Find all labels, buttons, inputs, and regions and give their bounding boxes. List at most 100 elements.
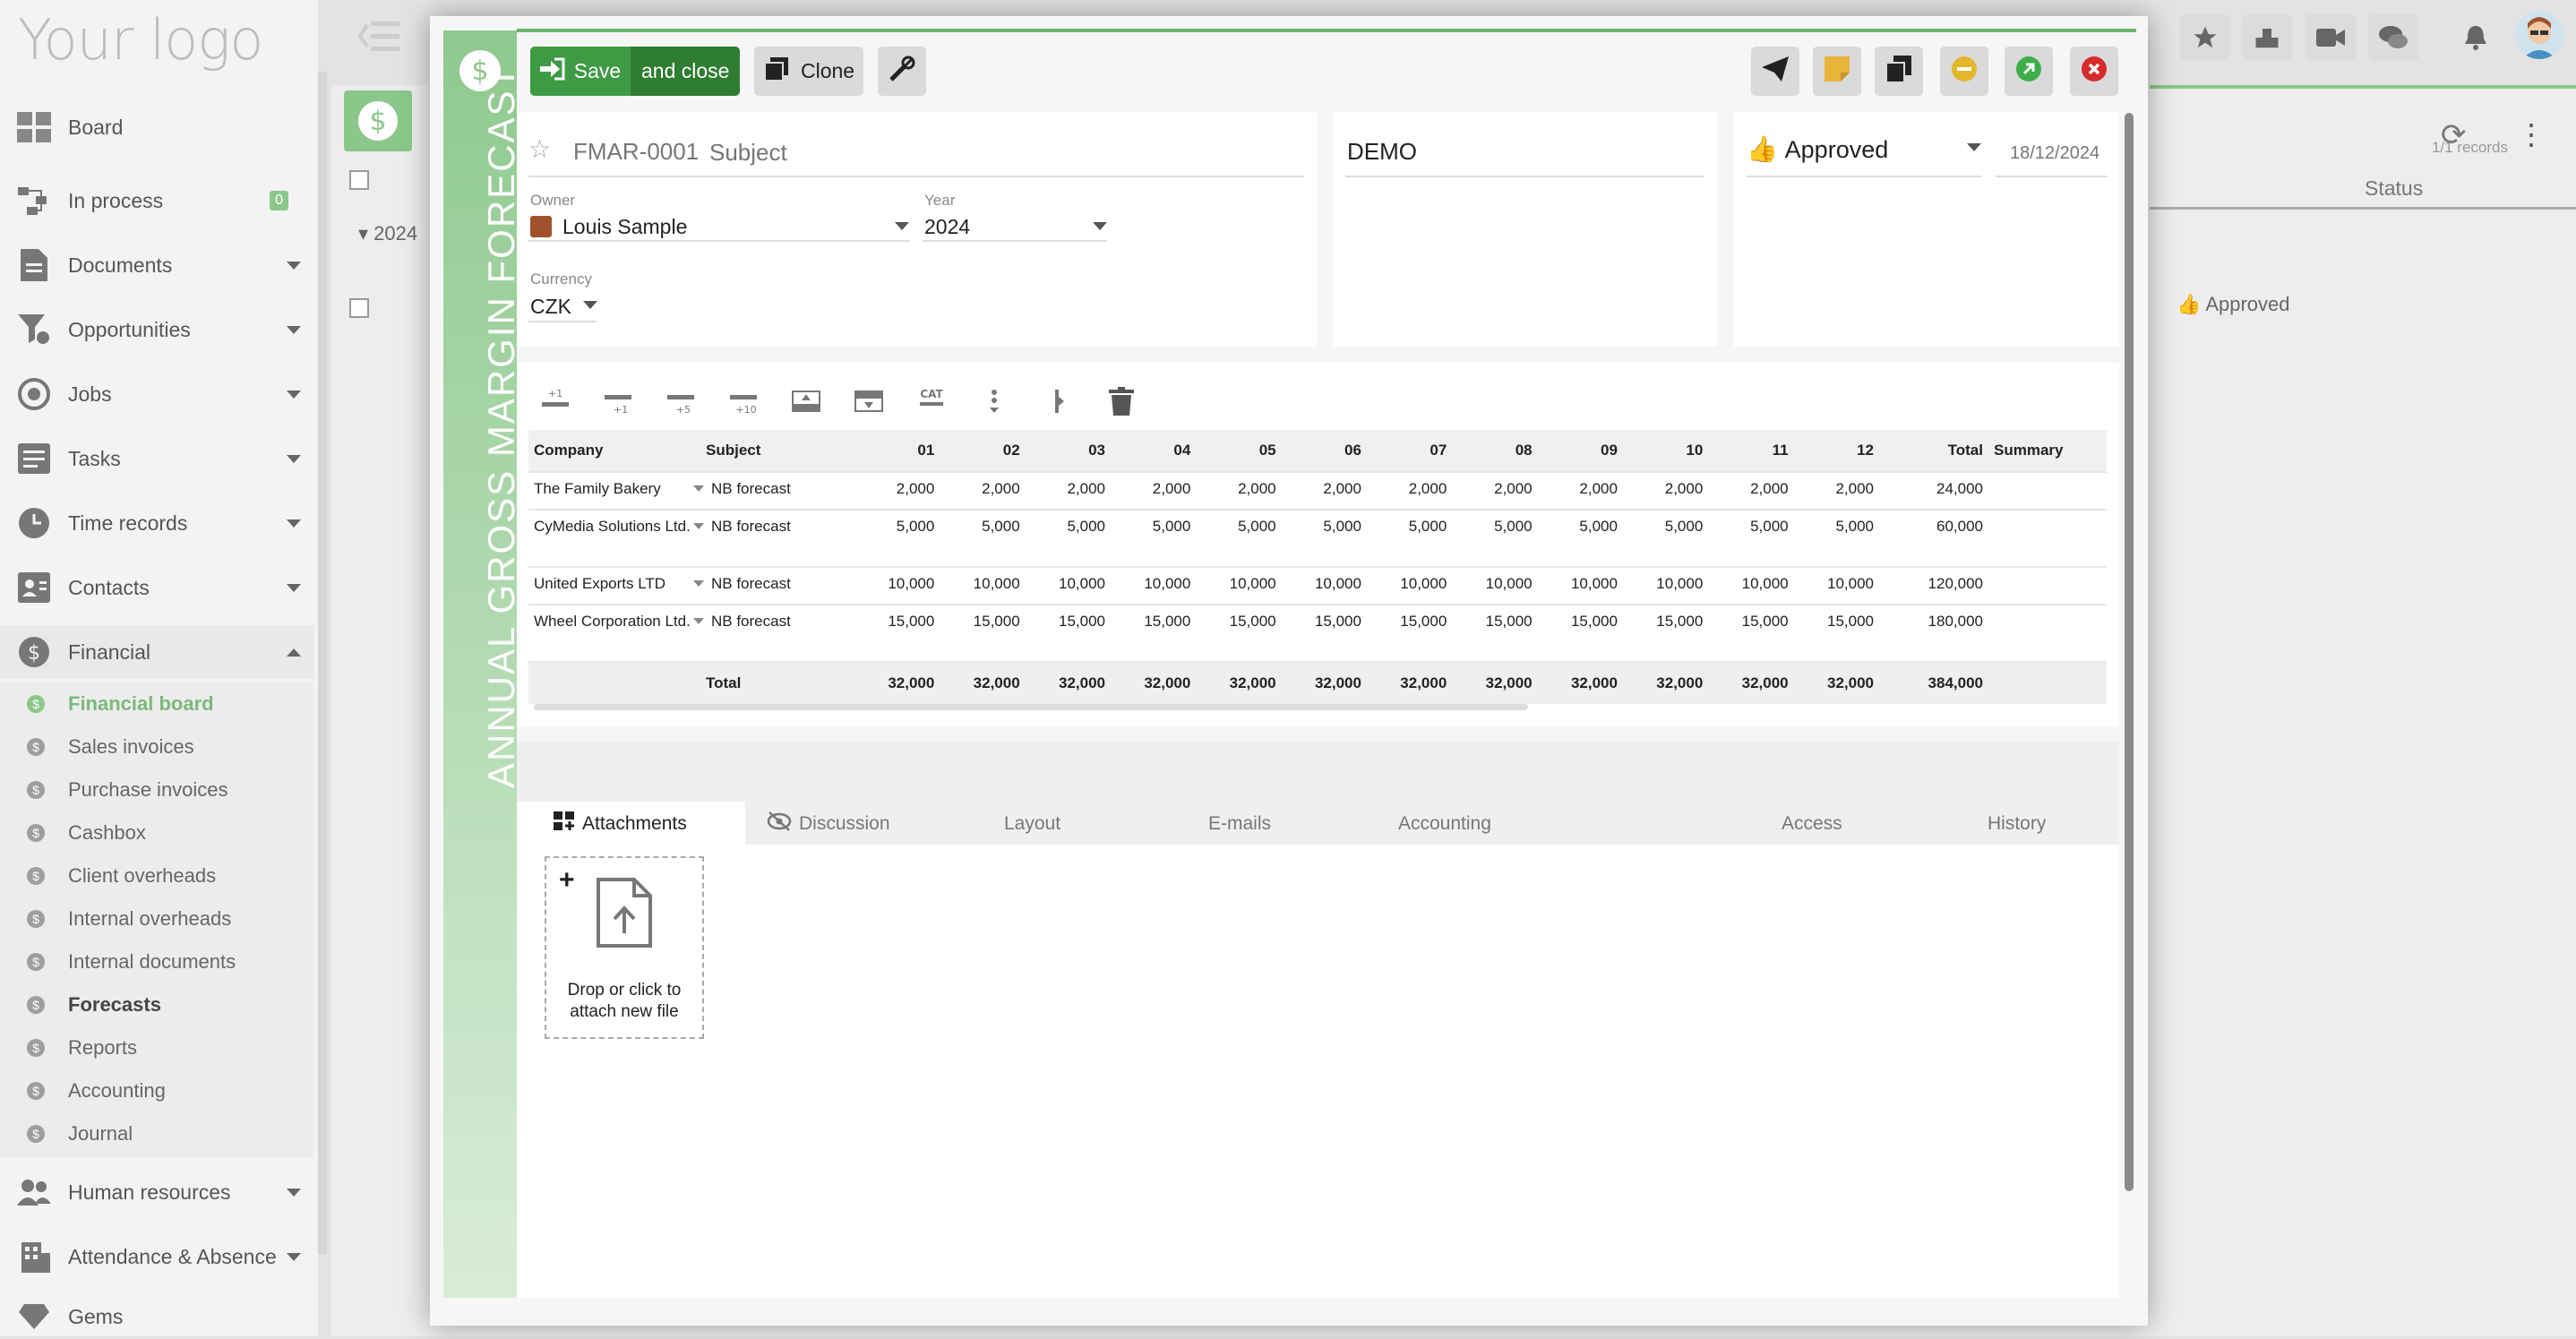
chevron-down-icon[interactable] <box>693 580 704 587</box>
chevron-down-icon[interactable] <box>693 485 704 492</box>
sidebar-subitem-reports[interactable]: $ Reports <box>0 1027 313 1069</box>
sidebar-subitem-cashbox[interactable]: $ Cashbox <box>0 812 313 854</box>
sidebar-item-tasks[interactable]: Tasks <box>0 432 313 485</box>
cell-value[interactable]: 5,000 <box>1793 509 1879 567</box>
favorite-star-icon[interactable]: ☆ <box>528 134 551 164</box>
add-row-1-icon[interactable]: +1 <box>537 385 573 417</box>
save-button[interactable]: Save <box>530 47 631 96</box>
col-summary[interactable]: Summary <box>1988 430 2107 472</box>
col-month[interactable]: 09 <box>1537 430 1623 472</box>
sidebar-item-board[interactable]: Board <box>0 100 313 154</box>
row-checkbox[interactable] <box>349 298 369 318</box>
sidebar-subitem-forecasts[interactable]: $ Forecasts <box>0 984 313 1026</box>
send-button[interactable] <box>1751 47 1799 96</box>
minimize-button[interactable] <box>1940 47 1988 96</box>
chat-icon[interactable] <box>2368 14 2418 61</box>
cell-subject[interactable]: NB forecast <box>693 471 854 510</box>
group-year[interactable]: ▾ 2024 <box>358 222 417 245</box>
cell-value[interactable]: 15,000 <box>1110 604 1197 662</box>
cell-value[interactable]: 15,000 <box>940 604 1026 662</box>
tab-attachments[interactable]: Attachments <box>554 802 687 846</box>
cell-summary[interactable] <box>1988 471 2107 510</box>
cell-value[interactable]: 15,000 <box>1281 604 1367 662</box>
col-total[interactable]: Total <box>1879 430 1988 472</box>
cell-subject[interactable]: NB forecast <box>693 566 854 605</box>
chevron-down-icon[interactable] <box>1093 222 1107 230</box>
col-month[interactable]: 05 <box>1196 430 1282 472</box>
sidebar-item-gems[interactable]: Gems <box>0 1294 313 1339</box>
table-row[interactable]: The Family Bakery NB forecast 2,000 2,000 2,… <box>528 471 2107 510</box>
cell-value[interactable]: 15,000 <box>1537 604 1623 662</box>
tab-layout[interactable]: Layout <box>1004 802 1060 846</box>
attach-dropzone[interactable]: + Drop or click to attach new file <box>545 856 704 1039</box>
tab-accounting[interactable]: Accounting <box>1398 802 1491 846</box>
sidebar-item-documents[interactable]: Documents <box>0 238 313 292</box>
sidebar-item-human-resources[interactable]: Human resources <box>0 1165 313 1219</box>
cell-value[interactable]: 5,000 <box>940 509 1026 567</box>
cell-value[interactable]: 5,000 <box>1281 509 1367 567</box>
cell-value[interactable]: 2,000 <box>1110 471 1197 510</box>
cell-value[interactable]: 5,000 <box>1622 509 1709 567</box>
cell-value[interactable]: 2,000 <box>1537 471 1623 510</box>
cell-value[interactable]: 10,000 <box>940 566 1026 605</box>
cell-value[interactable]: 2,000 <box>1452 471 1538 510</box>
vertical-dots-icon[interactable] <box>976 385 1012 417</box>
sidebar-item-time-records[interactable]: Time records <box>0 496 313 550</box>
sidebar-item-jobs[interactable]: Jobs <box>0 367 313 421</box>
chevron-down-icon[interactable] <box>693 618 704 624</box>
cell-value[interactable]: 5,000 <box>854 509 940 567</box>
cell-value[interactable]: 5,000 <box>1110 509 1197 567</box>
col-company[interactable]: Company <box>528 430 700 472</box>
sidebar-subitem-journal[interactable]: $ Journal <box>0 1113 313 1154</box>
tools-button[interactable] <box>878 47 926 96</box>
year-select[interactable]: 2024 <box>924 215 970 239</box>
sidebar-subitem-internal-documents[interactable]: $ Internal documents <box>0 941 313 983</box>
cat-icon[interactable]: CAT <box>914 385 949 417</box>
cell-value[interactable]: 10,000 <box>1622 566 1709 605</box>
cell-value[interactable]: 5,000 <box>1452 509 1538 567</box>
table-horizontal-scrollbar[interactable] <box>534 704 1528 710</box>
cell-company[interactable]: The Family Bakery <box>528 471 700 510</box>
cell-value[interactable]: 2,000 <box>1708 471 1794 510</box>
chevron-down-icon[interactable] <box>895 222 909 230</box>
cell-value[interactable]: 10,000 <box>1110 566 1197 605</box>
cell-value[interactable]: 15,000 <box>1366 604 1453 662</box>
save-close-button[interactable]: Save and close <box>530 47 740 96</box>
sidebar-item-opportunities[interactable]: Opportunities <box>0 303 313 356</box>
subject-input[interactable] <box>708 133 1302 172</box>
sidebar-item-attendance[interactable]: Attendance & Absence <box>0 1230 313 1283</box>
cell-value[interactable]: 10,000 <box>1196 566 1282 605</box>
sidebar-subitem-accounting[interactable]: $ Accounting <box>0 1070 313 1112</box>
col-month[interactable]: 11 <box>1708 430 1794 472</box>
cell-value[interactable]: 5,000 <box>1196 509 1282 567</box>
close-button[interactable] <box>2070 47 2118 96</box>
owner-select[interactable]: Louis Sample <box>562 215 687 239</box>
cell-summary[interactable] <box>1988 509 2107 567</box>
cell-value[interactable]: 5,000 <box>1537 509 1623 567</box>
cell-subject[interactable]: NB forecast <box>693 509 854 567</box>
more-vertical-icon[interactable]: ⋮ <box>2517 117 2546 151</box>
cell-value[interactable]: 10,000 <box>1366 566 1453 605</box>
avatar[interactable] <box>2515 11 2563 59</box>
col-month[interactable]: 01 <box>854 430 940 472</box>
modal-vertical-scrollbar[interactable] <box>2125 113 2134 1191</box>
tab-discussion[interactable]: Discussion <box>767 802 890 846</box>
cell-company[interactable]: CyMedia Solutions Ltd. <box>528 509 700 567</box>
duplicate-button[interactable] <box>1875 47 1923 96</box>
cell-value[interactable]: 2,000 <box>1196 471 1282 510</box>
cell-subject[interactable]: NB forecast <box>693 604 854 662</box>
sidebar-subitem-financial-board[interactable]: $ Financial board <box>0 683 313 725</box>
cell-value[interactable]: 5,000 <box>1708 509 1794 567</box>
cell-value[interactable]: 2,000 <box>854 471 940 510</box>
insert-row-10-icon[interactable]: +10 <box>726 385 761 417</box>
cell-value[interactable]: 15,000 <box>854 604 940 662</box>
table-row[interactable]: United Exports LTD NB forecast 10,000 10,00… <box>528 566 2107 605</box>
inbox-tray-icon[interactable] <box>2242 14 2292 61</box>
open-window-button[interactable] <box>2005 47 2053 96</box>
col-month[interactable]: 12 <box>1793 430 1879 472</box>
cell-company[interactable]: Wheel Corporation Ltd. <box>528 604 700 662</box>
cell-value[interactable]: 15,000 <box>1196 604 1282 662</box>
col-month[interactable]: 02 <box>940 430 1026 472</box>
col-month[interactable]: 07 <box>1366 430 1453 472</box>
video-camera-icon[interactable] <box>2306 14 2356 61</box>
